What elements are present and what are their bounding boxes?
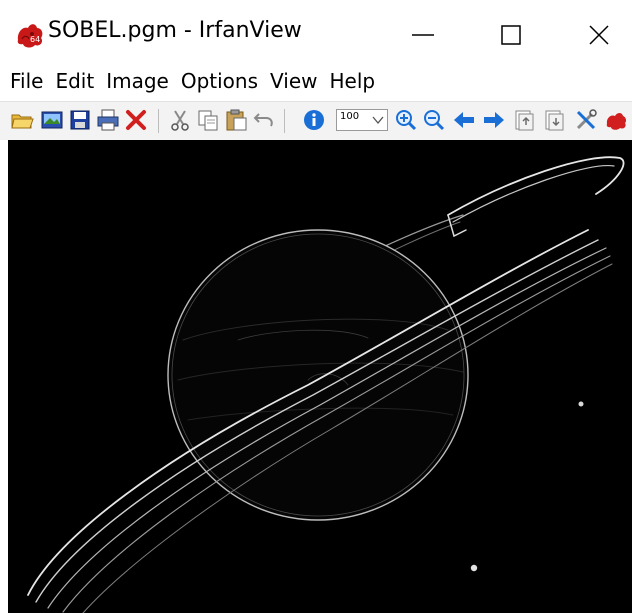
undo-button[interactable] [252,108,276,132]
zoom-in-button[interactable] [394,108,418,132]
zoom-combobox[interactable]: 100 [336,109,388,131]
minimize-icon [408,20,438,50]
slideshow-icon [40,108,64,132]
canvas-left-border [0,140,8,613]
save-button[interactable] [68,108,92,132]
first-page-button[interactable] [512,108,536,132]
irfanview-cat-icon [604,108,628,132]
cut-button[interactable] [168,108,192,132]
cut-icon [168,108,192,132]
properties-icon [574,108,598,132]
about-button[interactable] [604,108,628,132]
image-canvas[interactable] [0,140,632,613]
svg-text:64: 64 [30,35,40,44]
zoom-out-icon [422,108,446,132]
open-button[interactable] [10,108,34,132]
irfanview-window: 64 SOBEL.pgm - IrfanView File Edit Image… [0,0,632,613]
last-page-button[interactable] [542,108,566,132]
menu-view[interactable]: View [270,69,317,93]
print-button[interactable] [96,108,120,132]
toolbar-separator [284,109,285,133]
menu-file[interactable]: File [10,69,43,93]
menu-image[interactable]: Image [106,69,169,93]
title-bar[interactable]: 64 SOBEL.pgm - IrfanView [0,0,632,62]
copy-icon [196,108,220,132]
zoom-out-button[interactable] [422,108,446,132]
toolbar: 100 [0,101,632,141]
zoom-in-icon [394,108,418,132]
minimize-button[interactable] [408,20,438,50]
maximize-icon [496,20,526,50]
window-title: SOBEL.pgm - IrfanView [48,18,302,43]
menu-edit[interactable]: Edit [55,69,94,93]
next-icon [482,108,506,132]
properties-button[interactable] [574,108,598,132]
last-page-icon [542,108,566,132]
print-icon [96,108,120,132]
save-icon [68,108,92,132]
paste-button[interactable] [224,108,248,132]
open-folder-icon [10,108,34,132]
menu-help[interactable]: Help [329,69,375,93]
close-icon [584,20,614,50]
zoom-value: 100 [340,111,360,122]
delete-icon [124,108,148,132]
close-button[interactable] [584,20,614,50]
previous-icon [452,108,476,132]
paste-icon [224,108,248,132]
undo-icon [252,108,276,132]
irfanview-app-icon[interactable]: 64 [14,18,46,50]
previous-button[interactable] [452,108,476,132]
info-icon [302,108,326,132]
next-button[interactable] [482,108,506,132]
menu-bar: File Edit Image Options View Help [0,64,632,98]
menu-options[interactable]: Options [181,69,258,93]
delete-button[interactable] [124,108,148,132]
chevron-down-icon [371,112,385,128]
copy-button[interactable] [196,108,220,132]
maximize-button[interactable] [496,20,526,50]
info-button[interactable] [302,108,326,132]
sobel-saturn-image [8,140,632,613]
first-page-icon [512,108,536,132]
slideshow-button[interactable] [40,108,64,132]
toolbar-separator [158,109,159,133]
